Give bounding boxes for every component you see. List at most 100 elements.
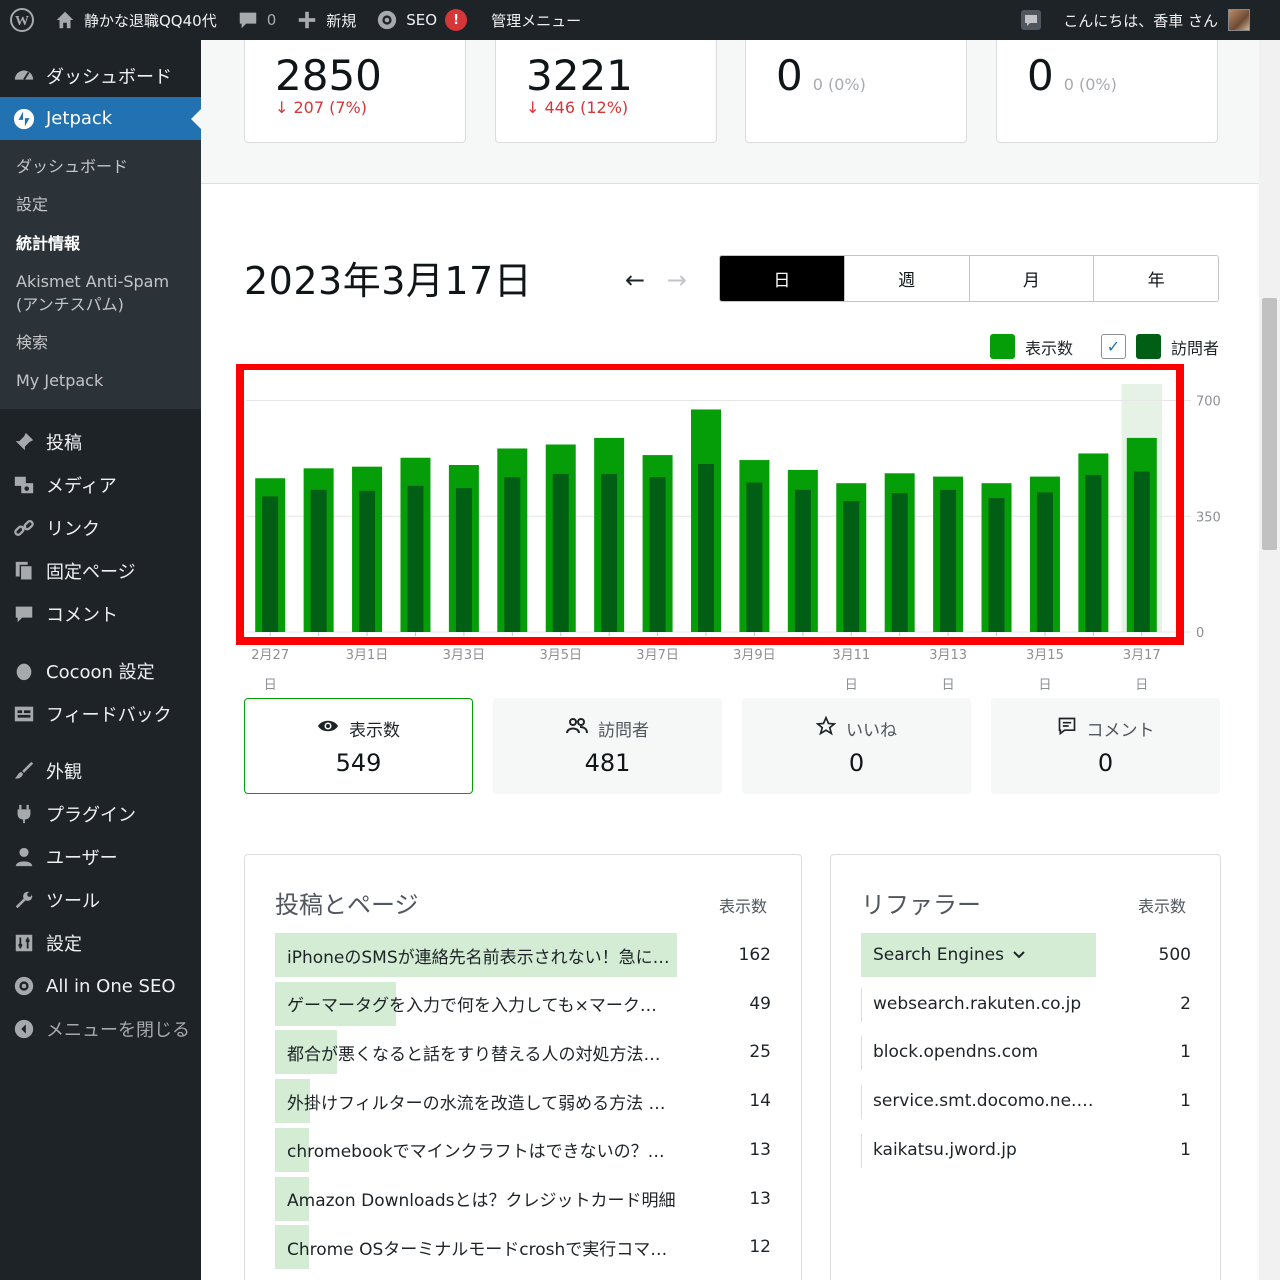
post-row[interactable]: 外掛けフィルターの水流を改造して弱める方法 … 14 [275, 1079, 771, 1124]
seo-gear-icon [378, 10, 397, 30]
stat-value-4: 0 [1027, 51, 1054, 100]
referrer-row[interactable]: service.smt.docomo.ne.jp… 1 [861, 1079, 1191, 1123]
submenu-my-jetpack[interactable]: My Jetpack [0, 362, 201, 400]
tab-year[interactable]: 年 [1094, 256, 1218, 301]
stat-card-3[interactable]: 0 0 (0%) [745, 40, 967, 143]
menu-settings[interactable]: 設定 [0, 922, 201, 965]
referrer-row-label[interactable]: kaikatsu.jword.jp [861, 1140, 1096, 1160]
post-row[interactable]: 都合が悪くなると話をすり替える人の対処方法… 25 [275, 1030, 771, 1075]
x-tick-label: 3月5日 [539, 648, 582, 663]
post-row-title[interactable]: 都合が悪くなると話をすり替える人の対処方法… [275, 1040, 677, 1065]
referrer-row[interactable]: block.opendns.com 1 [861, 1030, 1191, 1074]
referrer-row[interactable]: websearch.rakuten.co.jp 2 [861, 982, 1191, 1026]
menu-links[interactable]: リンク [0, 507, 201, 550]
notification-button[interactable] [1009, 0, 1053, 40]
menu-users[interactable]: ユーザー [0, 836, 201, 879]
post-row-title[interactable]: 外掛けフィルターの水流を改造して弱める方法 … [275, 1089, 677, 1114]
post-row-title[interactable]: Chrome OSターミナルモードcroshで実行コマ… [275, 1235, 677, 1260]
wordpress-logo-button[interactable]: W [0, 0, 44, 40]
post-row[interactable]: Chrome OSターミナルモードcroshで実行コマ… 12 [275, 1225, 771, 1270]
x-tick-label: 日 [264, 678, 277, 693]
menu-tools-label: ツール [46, 891, 100, 913]
tab-day[interactable]: 日 [720, 256, 845, 301]
summary-visitors-value: 481 [584, 748, 631, 777]
post-row-count: 13 [749, 1139, 771, 1160]
menu-comments[interactable]: コメント [0, 593, 201, 636]
stat-sub-3: 0 (0%) [812, 75, 866, 94]
post-row-title[interactable]: iPhoneのSMSが連絡先名前表示されない！急に… [275, 943, 677, 968]
pin-icon [12, 430, 36, 454]
stat-delta-2: ↓ 446 (12%) [526, 98, 629, 117]
submenu-search[interactable]: 検索 [0, 324, 201, 362]
prev-period-arrow[interactable]: ← [625, 266, 645, 294]
menu-posts[interactable]: 投稿 [0, 421, 201, 464]
visitors-bar [698, 464, 714, 632]
summary-views[interactable]: 表示数 549 [244, 698, 473, 794]
visitors-bar [988, 498, 1005, 632]
x-tick-label: 2月27 [251, 648, 289, 663]
post-row-title[interactable]: ゲーマータグを入力で何を入力しても×マーク… [275, 991, 677, 1016]
submenu-akismet[interactable]: Akismet Anti-Spam (アンチスパム) [0, 263, 201, 324]
referrer-row-label[interactable]: Search Engines [861, 945, 1004, 965]
collapse-menu-button[interactable]: メニューを閉じる [0, 1008, 201, 1051]
referrer-row-label[interactable]: websearch.rakuten.co.jp [861, 994, 1096, 1014]
summary-tabs: 表示数 549 訪問者 481 いいね 0 コメント 0 [244, 698, 1220, 794]
post-row[interactable]: chromebookでマインクラフトはできないの？… 13 [275, 1127, 771, 1172]
stat-card-4[interactable]: 0 0 (0%) [996, 40, 1218, 143]
stat-value-1: 2850 [275, 51, 382, 100]
summary-likes-label: いいね [846, 720, 897, 741]
menu-feedback[interactable]: フィードバック [0, 693, 201, 736]
x-tick-label: 3月3日 [443, 648, 486, 663]
chevron-down-icon[interactable] [1012, 945, 1026, 965]
seo-label: SEO [406, 11, 438, 29]
menu-appearance-label: 外観 [46, 762, 82, 784]
submenu-jetpack-stats[interactable]: 統計情報 [0, 225, 201, 263]
scrollbar-thumb[interactable] [1262, 298, 1277, 550]
svg-text:W: W [15, 14, 29, 29]
menu-appearance[interactable]: 外観 [0, 750, 201, 793]
menu-tools[interactable]: ツール [0, 879, 201, 922]
menu-pages[interactable]: 固定ページ [0, 550, 201, 593]
visitors-checkbox[interactable]: ✓ [1100, 334, 1126, 359]
post-row-title[interactable]: chromebookでマインクラフトはできないの？… [275, 1137, 677, 1162]
link-icon [12, 516, 36, 540]
seo-menu[interactable]: SEO ! [366, 0, 477, 40]
summary-likes[interactable]: いいね 0 [742, 698, 971, 794]
tab-week[interactable]: 週 [844, 256, 970, 301]
menu-cocoon-settings[interactable]: Cocoon 設定 [0, 650, 201, 693]
post-row[interactable]: iPhoneのSMSが連絡先名前表示されない！急に… 162 [275, 933, 771, 977]
comments-link[interactable]: 0 [227, 0, 287, 40]
submenu-jetpack-dashboard[interactable]: ダッシュボード [0, 148, 201, 186]
collapse-icon [12, 1017, 36, 1041]
post-row[interactable]: ゲーマータグを入力で何を入力しても×マーク… 49 [275, 981, 771, 1026]
menu-media[interactable]: メディア [0, 464, 201, 507]
summary-comments[interactable]: コメント 0 [991, 698, 1220, 794]
referrer-row[interactable]: Search Engines 500 [861, 933, 1191, 977]
stat-card-1[interactable]: 2850 ↓ 207 (7%) [244, 40, 466, 143]
post-row-title[interactable]: Amazon Downloadsとは？クレジットカード明細 [275, 1186, 677, 1211]
admin-menu-link[interactable]: 管理メニュー [477, 0, 591, 40]
my-account-menu[interactable]: こんにちは、香車 さん [1053, 0, 1280, 40]
referrer-row-label[interactable]: block.opendns.com [861, 1042, 1096, 1062]
post-row[interactable]: Amazon Downloadsとは？クレジットカード明細 13 [275, 1176, 771, 1221]
menu-jetpack[interactable]: Jetpack [0, 97, 201, 140]
site-name-link[interactable]: 静かな退職QQ40代 [44, 0, 227, 40]
tab-month[interactable]: 月 [969, 256, 1095, 301]
menu-plugins[interactable]: プラグイン [0, 793, 201, 836]
page-scrollbar[interactable] [1259, 40, 1280, 1280]
x-tick-label: 3月15 [1026, 648, 1064, 663]
new-content-link[interactable]: 新規 [286, 0, 366, 40]
stat-card-2[interactable]: 3221 ↓ 446 (12%) [495, 40, 717, 143]
menu-dashboard[interactable]: ダッシュボード [0, 54, 201, 97]
visitors-bar [843, 501, 860, 632]
x-tick-label: 日 [845, 678, 858, 693]
star-icon [815, 715, 837, 741]
submenu-jetpack-settings[interactable]: 設定 [0, 186, 201, 224]
main-content: 2850 ↓ 207 (7%) 3221 ↓ 446 (12%) 0 0 (0%)… [201, 40, 1259, 1280]
referrer-row[interactable]: kaikatsu.jword.jp 1 [861, 1128, 1191, 1172]
referrer-row-label[interactable]: service.smt.docomo.ne.jp… [861, 1091, 1096, 1111]
next-period-arrow[interactable]: → [667, 266, 687, 294]
menu-all-in-one-seo[interactable]: All in One SEO [0, 965, 201, 1008]
visitors-bar [891, 493, 908, 632]
summary-visitors[interactable]: 訪問者 481 [493, 698, 722, 794]
